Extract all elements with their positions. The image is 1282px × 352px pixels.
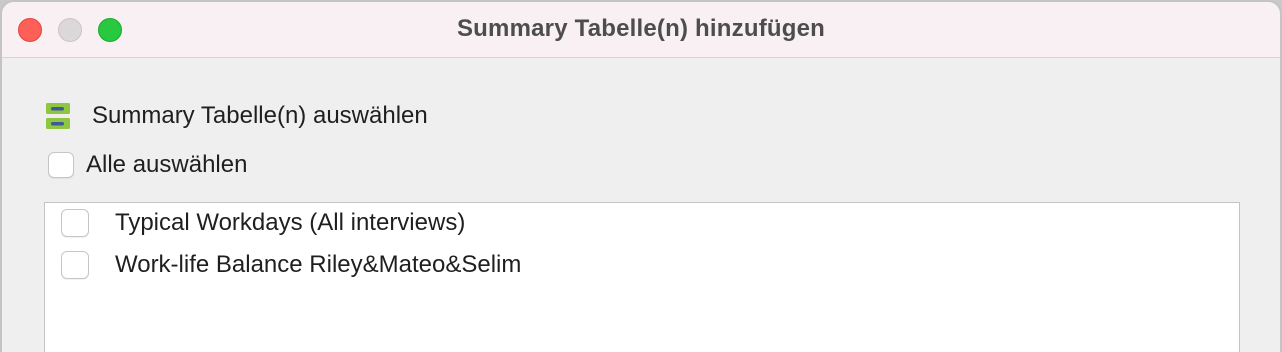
summary-table-list[interactable]: Typical Workdays (All interviews) Work-l… — [44, 202, 1240, 352]
window-title: Summary Tabelle(n) hinzufügen — [456, 15, 826, 42]
list-item[interactable]: Typical Workdays (All interviews) — [61, 208, 465, 238]
select-all-row[interactable]: Alle auswählen — [48, 150, 247, 180]
table-checkbox[interactable] — [61, 251, 89, 279]
list-item[interactable]: Work-life Balance Riley&Mateo&Selim — [61, 250, 521, 280]
list-item-label[interactable]: Typical Workdays (All interviews) — [115, 209, 465, 237]
table-checkbox[interactable] — [61, 209, 89, 237]
section-label: Summary Tabelle(n) auswählen — [92, 102, 428, 129]
dialog-window: Summary Tabelle(n) hinzufügen Summary Ta… — [0, 0, 1282, 352]
summary-table-icon — [46, 103, 70, 129]
section-header: Summary Tabelle(n) auswählen — [46, 101, 428, 131]
select-all-checkbox[interactable] — [48, 152, 74, 178]
list-item-label[interactable]: Work-life Balance Riley&Mateo&Selim — [115, 251, 521, 279]
title-bar: Summary Tabelle(n) hinzufügen — [2, 2, 1280, 58]
select-all-label[interactable]: Alle auswählen — [86, 151, 247, 179]
